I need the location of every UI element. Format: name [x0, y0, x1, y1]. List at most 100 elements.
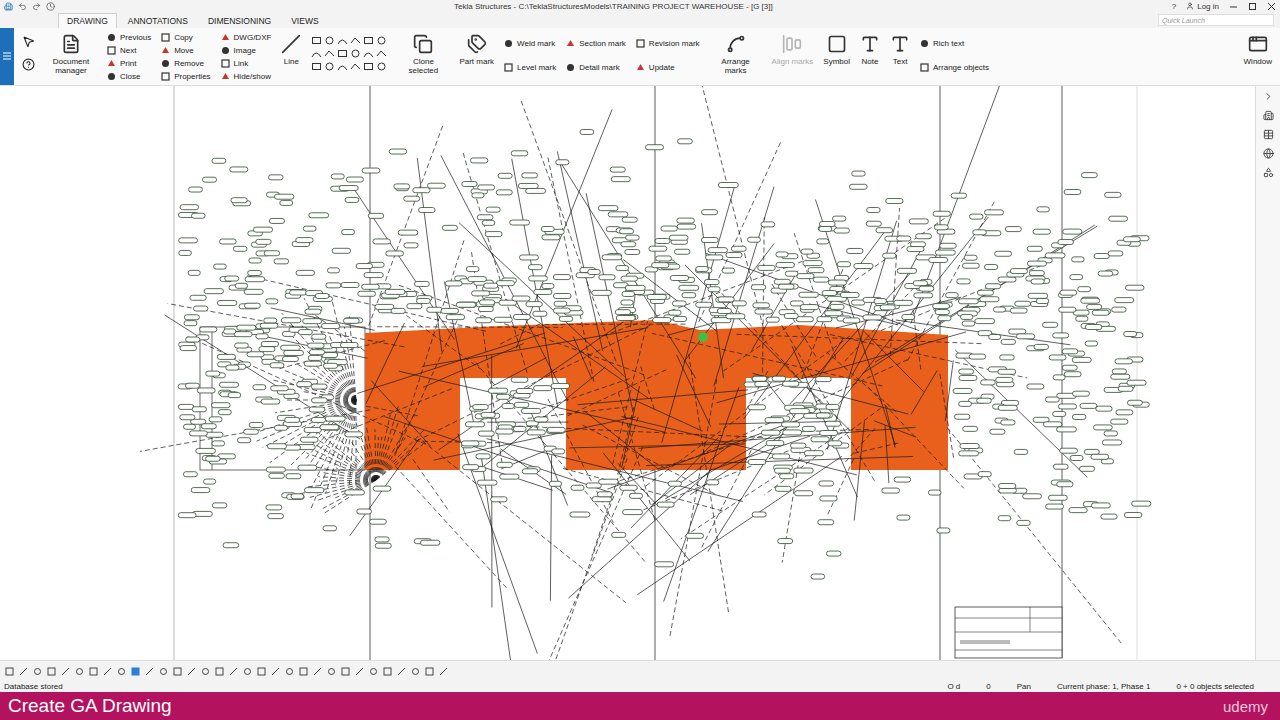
snap-tool-icon[interactable] [117, 667, 126, 676]
snap-tool-icon[interactable] [159, 667, 168, 676]
snap-tool-icon[interactable] [243, 667, 252, 676]
snap-tool-icon[interactable] [19, 667, 28, 676]
snap-tool-icon[interactable] [271, 667, 280, 676]
shape-tool-icon[interactable] [337, 35, 348, 46]
minimize-icon[interactable] [1229, 2, 1238, 11]
snap-tool-icon[interactable] [369, 667, 378, 676]
quick-launch-field[interactable]: Quick Launch [1158, 14, 1274, 26]
snap-tool-icon[interactable] [89, 667, 98, 676]
ribbon-button[interactable]: Line [281, 32, 301, 66]
snap-tool-icon[interactable] [187, 667, 196, 676]
snap-tool-icon[interactable] [103, 667, 112, 676]
shape-tool-icon[interactable] [363, 48, 374, 59]
snap-tool-icon[interactable] [131, 667, 140, 676]
concrete-part[interactable] [365, 320, 948, 470]
snap-tool-icon[interactable] [425, 667, 434, 676]
expand-icon[interactable] [1263, 91, 1274, 102]
snap-tool-icon[interactable] [313, 667, 322, 676]
undo-icon[interactable] [18, 2, 27, 11]
snap-tool-icon[interactable] [397, 667, 406, 676]
catalog-icon[interactable] [1263, 110, 1274, 121]
ribbon-small-button[interactable]: Update [636, 62, 700, 74]
ribbon-button[interactable]: Align marks [772, 32, 814, 66]
ribbon-button[interactable]: Part mark [459, 32, 494, 66]
snap-tool-icon[interactable] [341, 667, 350, 676]
history-icon[interactable] [46, 2, 55, 11]
ribbon-small-button[interactable]: Level mark [504, 62, 556, 74]
shape-tool-icon[interactable] [363, 61, 374, 72]
shape-tool-icon[interactable] [363, 35, 374, 46]
ribbon-small-button[interactable]: Print [107, 58, 151, 70]
ribbon-small-button[interactable]: Link [221, 58, 272, 70]
ribbon-small-button[interactable]: Next [107, 45, 151, 57]
snap-tool-icon[interactable] [327, 667, 336, 676]
shape-tool-icon[interactable] [324, 48, 335, 59]
snap-tool-icon[interactable] [383, 667, 392, 676]
shape-tool-icon[interactable] [337, 48, 348, 59]
snap-tool-icon[interactable] [355, 667, 364, 676]
ribbon-small-button[interactable]: Detail mark [566, 62, 626, 74]
select-icon[interactable] [22, 35, 35, 48]
ribbon-small-button[interactable]: Remove [161, 58, 210, 70]
close-icon[interactable] [1267, 2, 1276, 11]
shape-tool-icon[interactable] [324, 35, 335, 46]
ribbon-small-button[interactable]: Hide/show [221, 71, 272, 83]
snap-tool-icon[interactable] [5, 667, 14, 676]
ribbon-button[interactable]: Symbol [823, 32, 850, 66]
shape-tool-icon[interactable] [350, 61, 361, 72]
snap-tool-icon[interactable] [75, 667, 84, 676]
ribbon-small-button[interactable]: Previous [107, 32, 151, 44]
ribbon-button[interactable]: Clone selected [397, 32, 449, 75]
shape-tool-icon[interactable] [311, 48, 322, 59]
ribbon-tab[interactable]: ANNOTATIONS [119, 13, 197, 28]
ribbon-button[interactable]: Window [1244, 32, 1272, 66]
ribbon-button[interactable]: Document manager [45, 32, 97, 75]
snap-tool-icon[interactable] [33, 667, 42, 676]
ribbon-button[interactable]: Arrange marks [710, 32, 762, 75]
snap-tool-icon[interactable] [439, 667, 448, 676]
shape-tool-icon[interactable] [324, 61, 335, 72]
snap-tool-icon[interactable] [299, 667, 308, 676]
ribbon-tab[interactable]: VIEWS [282, 13, 327, 28]
shape-tool-icon[interactable] [311, 61, 322, 72]
ribbon-small-button[interactable]: Revision mark [636, 38, 700, 50]
shape-tool-icon[interactable] [350, 48, 361, 59]
ribbon-small-button[interactable]: Arrange objects [920, 62, 989, 74]
shape-tool-icon[interactable] [350, 35, 361, 46]
snap-tool-icon[interactable] [61, 667, 70, 676]
shape-tool-icon[interactable] [376, 35, 387, 46]
snap-tool-icon[interactable] [173, 667, 182, 676]
ribbon-small-button[interactable]: Section mark [566, 38, 626, 50]
drawing-canvas[interactable] [0, 86, 1255, 660]
ribbon-tab[interactable]: DIMENSIONING [199, 13, 280, 28]
snap-tool-icon[interactable] [285, 667, 294, 676]
snap-tool-icon[interactable] [145, 667, 154, 676]
ribbon-small-button[interactable]: Move [161, 45, 210, 57]
ribbon-small-button[interactable]: Copy [161, 32, 210, 44]
ribbon-button[interactable]: Text [890, 32, 910, 66]
snap-tool-icon[interactable] [257, 667, 266, 676]
redo-icon[interactable] [32, 2, 41, 11]
snap-tool-icon[interactable] [47, 667, 56, 676]
snap-tool-icon[interactable] [229, 667, 238, 676]
warehouse-icon[interactable] [1263, 148, 1274, 159]
shape-tool-icon[interactable] [376, 61, 387, 72]
help-pointer-icon[interactable] [22, 58, 35, 71]
ribbon-button[interactable]: Note [860, 32, 880, 66]
shape-tool-icon[interactable] [337, 61, 348, 72]
ribbon-small-button[interactable]: DWG/DXF [221, 32, 272, 44]
help-button[interactable]: ? [1172, 2, 1176, 11]
ribbon-small-button[interactable]: Weld mark [504, 38, 556, 50]
snap-tool-icon[interactable] [201, 667, 210, 676]
drawing-sheet[interactable] [0, 86, 1255, 660]
snap-tool-icon[interactable] [411, 667, 420, 676]
properties-icon[interactable] [1263, 129, 1274, 140]
snap-tool-icon[interactable] [215, 667, 224, 676]
login-button[interactable]: Log in [1186, 2, 1219, 11]
ribbon-small-button[interactable]: Close [107, 71, 151, 83]
shape-tool-icon[interactable] [376, 48, 387, 59]
ribbon-tab[interactable]: DRAWING [58, 13, 117, 28]
applications-icon[interactable] [1263, 167, 1274, 178]
menu-button[interactable] [0, 28, 14, 85]
ribbon-small-button[interactable]: Image [221, 45, 272, 57]
